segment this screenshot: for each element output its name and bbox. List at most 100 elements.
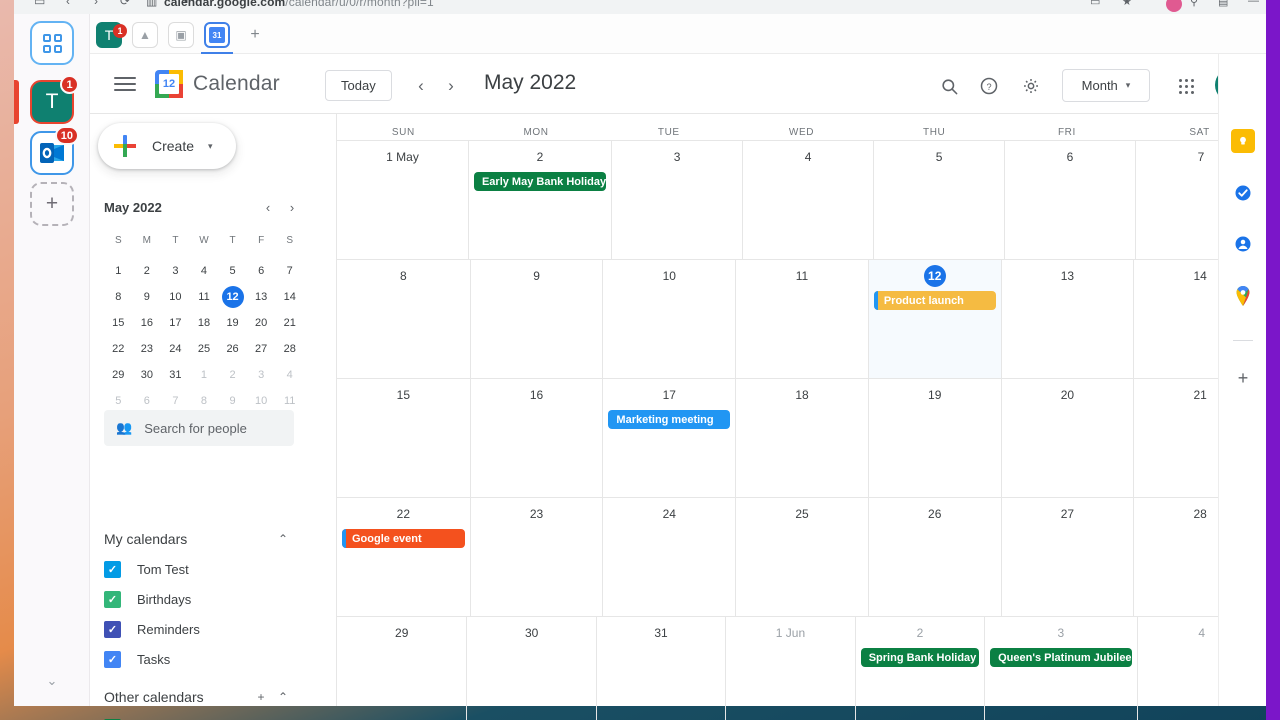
other-calendars-header[interactable]: Other calendars + ⌃ xyxy=(104,680,294,714)
month-day-number[interactable]: 26 xyxy=(869,503,1001,525)
side-panel-add-button[interactable]: + xyxy=(1231,366,1255,390)
mini-day-cell[interactable]: 18 xyxy=(190,310,219,336)
create-button[interactable]: Create ▾ xyxy=(98,123,236,169)
bookmark-star-icon[interactable]: ★ xyxy=(1122,0,1132,8)
month-day-cell[interactable]: 2 Spring Bank Holiday xyxy=(854,617,984,720)
my-calendars-header[interactable]: My calendars ⌃ xyxy=(104,522,294,556)
month-day-cell[interactable]: 9 xyxy=(469,260,603,378)
calendar-checkbox[interactable]: ✓ xyxy=(104,590,121,608)
calendar-event-chip[interactable]: Google event xyxy=(342,529,465,548)
month-day-cell[interactable]: 1 Jun xyxy=(725,617,854,720)
mini-day-cell[interactable]: 13 xyxy=(247,284,276,310)
month-day-number[interactable]: 25 xyxy=(736,503,868,525)
month-day-number[interactable]: 24 xyxy=(603,503,735,525)
month-day-cell[interactable]: 1 May xyxy=(337,141,468,259)
month-day-cell[interactable]: 2 Early May Bank Holiday xyxy=(467,141,611,259)
mini-day-cell[interactable]: 31 xyxy=(161,362,190,388)
calendar-event-chip[interactable]: Queen's Platinum Jubilee xyxy=(990,648,1132,667)
month-day-cell[interactable]: 8 xyxy=(337,260,470,378)
month-day-number[interactable]: 12 xyxy=(869,265,1001,287)
month-day-cell[interactable]: 18 xyxy=(735,379,868,497)
rail-collapse-button[interactable]: ⌄ xyxy=(40,669,64,693)
mini-day-cell[interactable]: 23 xyxy=(133,336,162,362)
month-day-number[interactable]: 10 xyxy=(603,265,735,287)
mini-day-cell[interactable]: 8 xyxy=(104,284,133,310)
mini-day-cell[interactable]: 4 xyxy=(190,258,219,284)
main-menu-icon[interactable] xyxy=(114,74,136,94)
month-day-number[interactable]: 13 xyxy=(1002,265,1134,287)
month-day-cell[interactable]: 26 xyxy=(867,498,1001,616)
mini-day-cell[interactable]: 3 xyxy=(161,258,190,284)
month-day-number[interactable]: 6 xyxy=(1005,146,1135,168)
month-day-number[interactable]: 27 xyxy=(1002,503,1134,525)
month-day-cell[interactable]: 30 xyxy=(466,617,595,720)
search-people-input[interactable]: 👥 Search for people xyxy=(104,410,294,446)
month-day-cell[interactable]: 31 xyxy=(595,617,725,720)
mini-day-cell[interactable]: 10 xyxy=(161,284,190,310)
month-day-number[interactable]: 17 xyxy=(603,384,735,406)
maps-icon[interactable] xyxy=(1231,284,1255,308)
mini-prev-month-button[interactable]: ‹ xyxy=(256,195,280,219)
calendar-checkbox[interactable]: ✓ xyxy=(104,560,121,578)
mini-day-cell[interactable]: 2 xyxy=(218,362,247,388)
rail-teams-button[interactable]: T 1 xyxy=(30,75,79,124)
tab-add-button[interactable]: + xyxy=(242,22,268,48)
address-bar[interactable]: calendar.google.com/calendar/u/0/r/month… xyxy=(164,0,434,9)
mini-day-cell[interactable]: 29 xyxy=(104,362,133,388)
settings-button[interactable] xyxy=(1015,70,1047,102)
rail-outlook-button[interactable]: 10 xyxy=(30,126,79,175)
tab-drive[interactable]: ▲ xyxy=(132,22,158,48)
month-day-number[interactable]: 19 xyxy=(869,384,1001,406)
month-day-cell[interactable]: 10 xyxy=(602,260,735,378)
month-day-cell[interactable]: 25 xyxy=(735,498,868,616)
month-day-cell[interactable]: 16 xyxy=(469,379,603,497)
mini-day-cell[interactable]: 7 xyxy=(275,258,304,284)
help-button[interactable]: ? xyxy=(973,70,1005,102)
my-calendar-item[interactable]: ✓ Reminders xyxy=(104,614,324,644)
mini-day-cell[interactable]: 4 xyxy=(275,362,304,388)
browser-extensions-icon[interactable]: ▭ xyxy=(1090,0,1100,8)
month-day-number[interactable]: 31 xyxy=(597,622,725,644)
month-day-number[interactable]: 18 xyxy=(736,384,868,406)
month-day-cell[interactable]: 27 xyxy=(1000,498,1134,616)
month-day-number[interactable]: 2 xyxy=(469,146,611,168)
month-day-number[interactable]: 29 xyxy=(337,622,466,644)
month-day-cell[interactable]: 5 xyxy=(873,141,1004,259)
rail-apps-button[interactable] xyxy=(30,21,74,65)
mini-day-cell[interactable]: 1 xyxy=(190,362,219,388)
mini-day-cell[interactable]: 20 xyxy=(247,310,276,336)
month-day-number[interactable]: 5 xyxy=(874,146,1004,168)
calendar-checkbox[interactable]: ✓ xyxy=(104,620,121,638)
mini-day-cell[interactable]: 2 xyxy=(133,258,162,284)
calendar-event-chip[interactable]: Early May Bank Holiday xyxy=(473,172,607,191)
my-calendar-item[interactable]: ✓ Tasks xyxy=(104,644,324,674)
tab-contacts[interactable]: ▣ xyxy=(168,22,194,48)
mini-day-cell[interactable]: 15 xyxy=(104,310,133,336)
month-day-number[interactable]: 1 Jun xyxy=(726,622,854,644)
next-period-button[interactable]: › xyxy=(437,72,465,100)
month-day-number[interactable]: 1 May xyxy=(337,146,468,168)
month-day-number[interactable]: 3 xyxy=(612,146,742,168)
month-day-number[interactable]: 2 xyxy=(856,622,984,644)
mini-day-cell[interactable]: 28 xyxy=(275,336,304,362)
month-day-number[interactable]: 4 xyxy=(743,146,873,168)
browser-home-icon[interactable]: ▥ xyxy=(146,0,157,8)
month-day-cell[interactable]: 20 xyxy=(1000,379,1134,497)
tab-calendar[interactable]: 31 xyxy=(204,22,230,48)
browser-reload-icon[interactable]: ⟳ xyxy=(120,0,130,8)
calendar-event-chip[interactable]: Product launch xyxy=(873,291,996,310)
previous-period-button[interactable]: ‹ xyxy=(407,72,435,100)
mini-day-cell[interactable]: 30 xyxy=(133,362,162,388)
month-day-cell[interactable]: 15 xyxy=(337,379,470,497)
mini-day-cell[interactable]: 22 xyxy=(104,336,133,362)
month-day-cell[interactable]: 24 xyxy=(602,498,735,616)
view-selector[interactable]: Month ▾ xyxy=(1062,69,1150,102)
browser-menu-icon[interactable]: ▤ xyxy=(1218,0,1228,8)
month-day-cell[interactable]: 12 Product launch xyxy=(867,260,1001,378)
month-day-cell[interactable]: 23 xyxy=(469,498,603,616)
mini-day-cell[interactable]: 3 xyxy=(247,362,276,388)
my-calendar-item[interactable]: ✓ Birthdays xyxy=(104,584,324,614)
mini-day-cell[interactable]: 21 xyxy=(275,310,304,336)
mini-day-cell[interactable]: 17 xyxy=(161,310,190,336)
month-day-number[interactable]: 22 xyxy=(337,503,470,525)
